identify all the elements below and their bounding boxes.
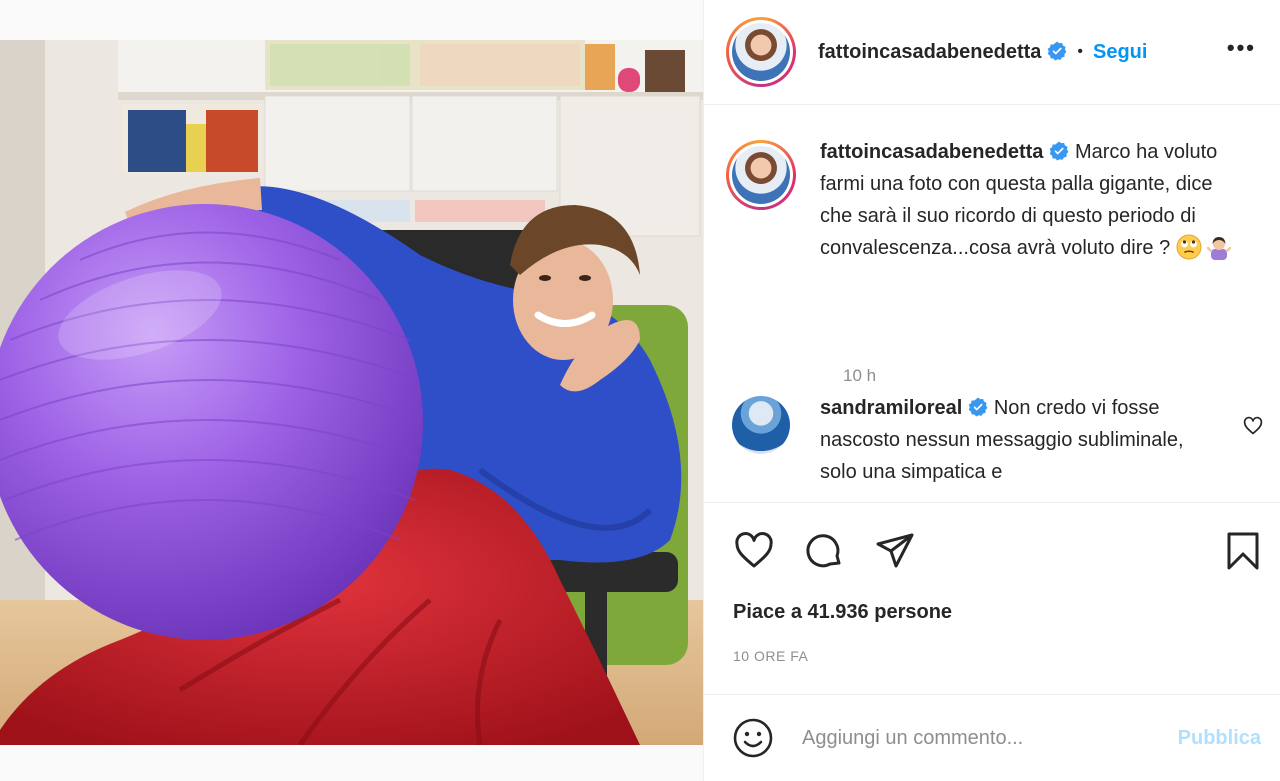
verified-badge-icon — [968, 397, 988, 417]
comment-icon[interactable] — [803, 530, 845, 572]
comment-item: sandramiloreal Non credo vi fosse nascos… — [732, 396, 1200, 488]
publish-button[interactable]: Pubblica — [1178, 727, 1261, 750]
follow-button[interactable]: Segui — [1093, 41, 1147, 64]
verified-badge-icon — [1048, 41, 1067, 61]
emoji-picker-icon[interactable] — [732, 717, 774, 759]
post-actions-section: Piace a 41.936 persone 10 ORE FA — [704, 502, 1280, 694]
caption-text-block: fattoincasadabenedetta Marco ha voluto f… — [820, 136, 1240, 264]
comment-input[interactable] — [802, 726, 1142, 750]
comment-like-heart-icon[interactable] — [1243, 416, 1263, 436]
face-with-rolling-eyes-icon — [1176, 234, 1202, 260]
author-avatar[interactable] — [726, 17, 796, 87]
comments-list[interactable]: fattoincasadabenedetta Marco ha voluto f… — [704, 106, 1280, 502]
verified-badge-icon — [1050, 141, 1069, 161]
caption-author-avatar[interactable] — [726, 140, 796, 210]
post-photo[interactable] — [0, 40, 703, 745]
post-detail-panel: fattoincasadabenedetta • Segui ••• fatto… — [703, 0, 1280, 781]
add-comment-bar: Pubblica — [704, 694, 1280, 781]
photo-illustration — [0, 40, 703, 745]
woman-shrugging-icon — [1206, 237, 1231, 260]
more-options-icon[interactable]: ••• — [1227, 35, 1256, 69]
caption-timestamp[interactable]: 10 h — [843, 366, 876, 386]
author-username[interactable]: fattoincasadabenedetta — [818, 41, 1041, 63]
heart-icon[interactable] — [733, 530, 775, 572]
post-header: fattoincasadabenedetta • Segui ••• — [704, 0, 1280, 105]
likes-count[interactable]: Piace a 41.936 persone — [733, 601, 952, 624]
author-username-link[interactable]: fattoincasadabenedetta — [818, 41, 1067, 64]
post-date[interactable]: 10 ORE FA — [733, 648, 808, 664]
bookmark-icon[interactable] — [1222, 530, 1264, 572]
header-separator: • — [1077, 43, 1083, 60]
caption-author-username[interactable]: fattoincasadabenedetta — [820, 141, 1043, 163]
commenter-avatar[interactable] — [732, 396, 790, 454]
post-caption: fattoincasadabenedetta Marco ha voluto f… — [726, 140, 1240, 385]
share-icon[interactable] — [874, 530, 916, 572]
comment-text-block: sandramiloreal Non credo vi fosse nascos… — [820, 392, 1200, 488]
commenter-username[interactable]: sandramiloreal — [820, 397, 962, 419]
post-media-panel — [0, 0, 703, 781]
